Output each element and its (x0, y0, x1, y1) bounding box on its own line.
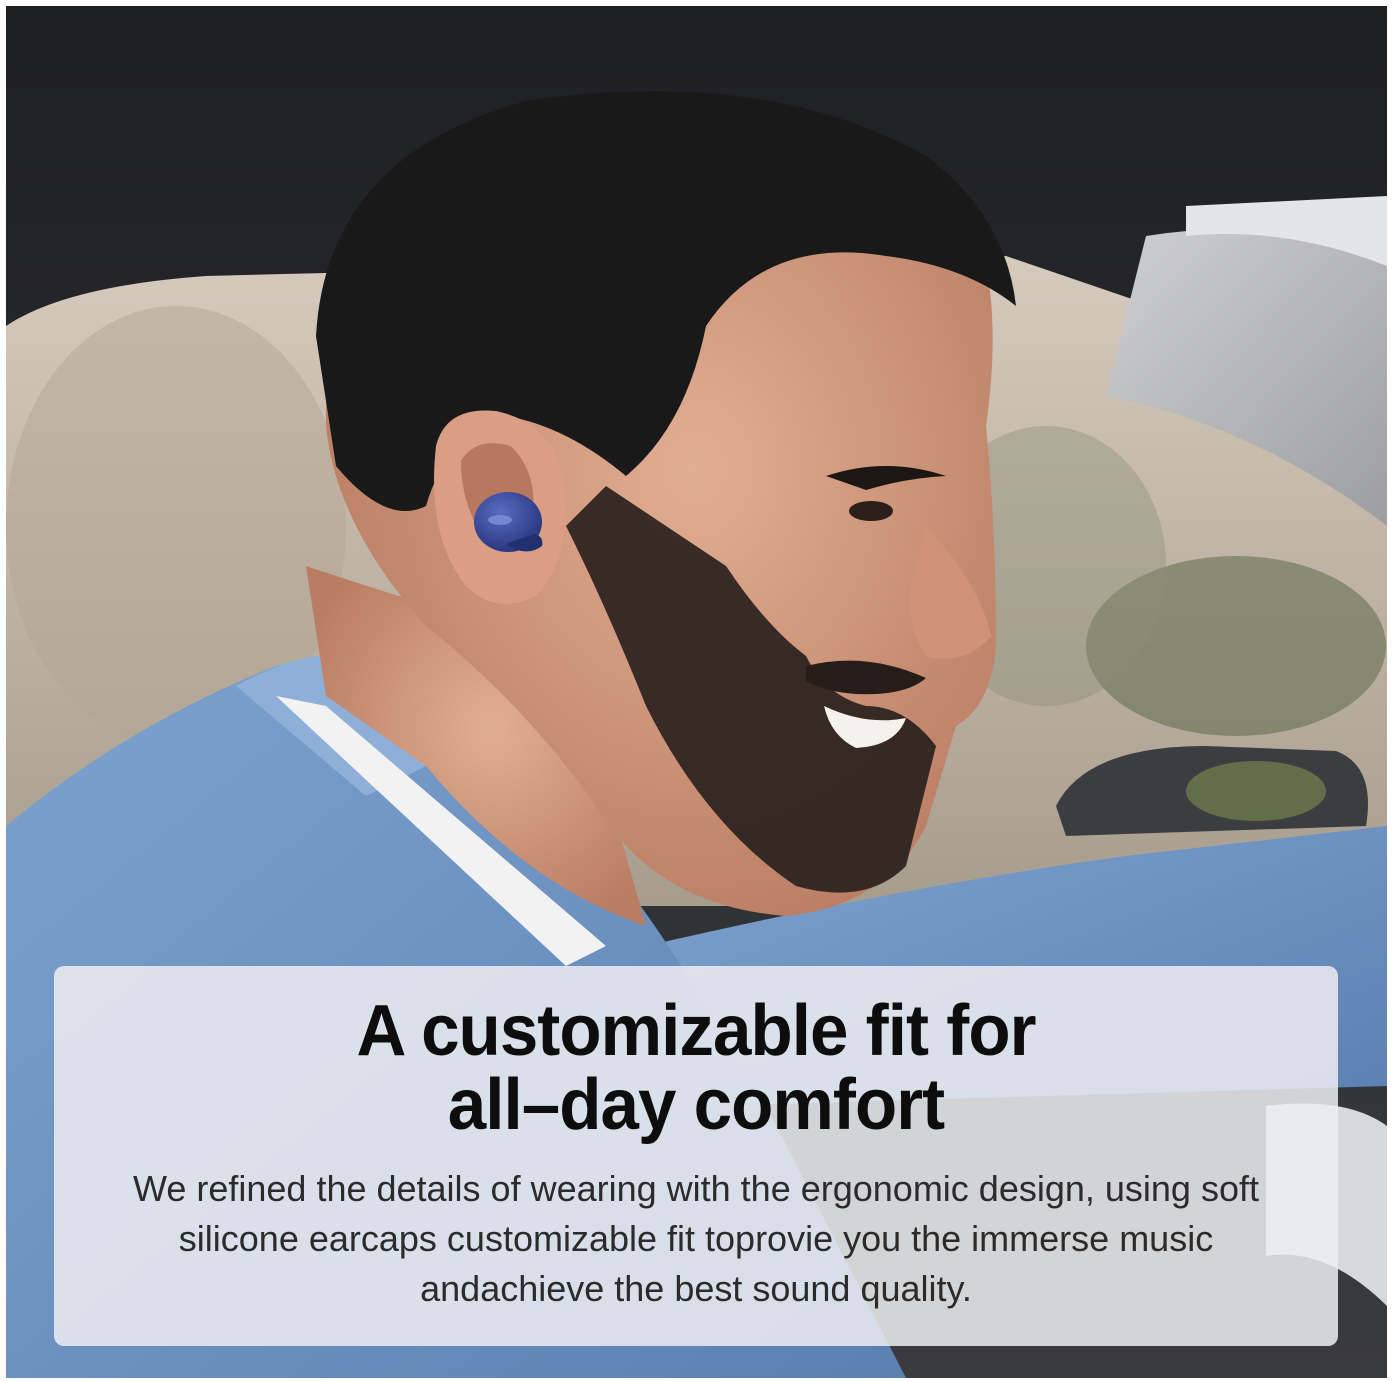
headline-line-1: A customizable fit for (356, 991, 1036, 1071)
earbud (474, 492, 543, 552)
headline-line-2: all–day comfort (447, 1065, 945, 1145)
mirror-reflection (1186, 761, 1326, 821)
caption-body: We refined the details of wearing with t… (133, 1168, 1259, 1309)
caption-panel: A customizable fit for all–day comfort W… (54, 966, 1338, 1346)
headline: A customizable fit for all–day comfort (80, 966, 1313, 1142)
product-photo: A customizable fit for all–day comfort W… (6, 6, 1387, 1378)
eye (849, 501, 893, 521)
